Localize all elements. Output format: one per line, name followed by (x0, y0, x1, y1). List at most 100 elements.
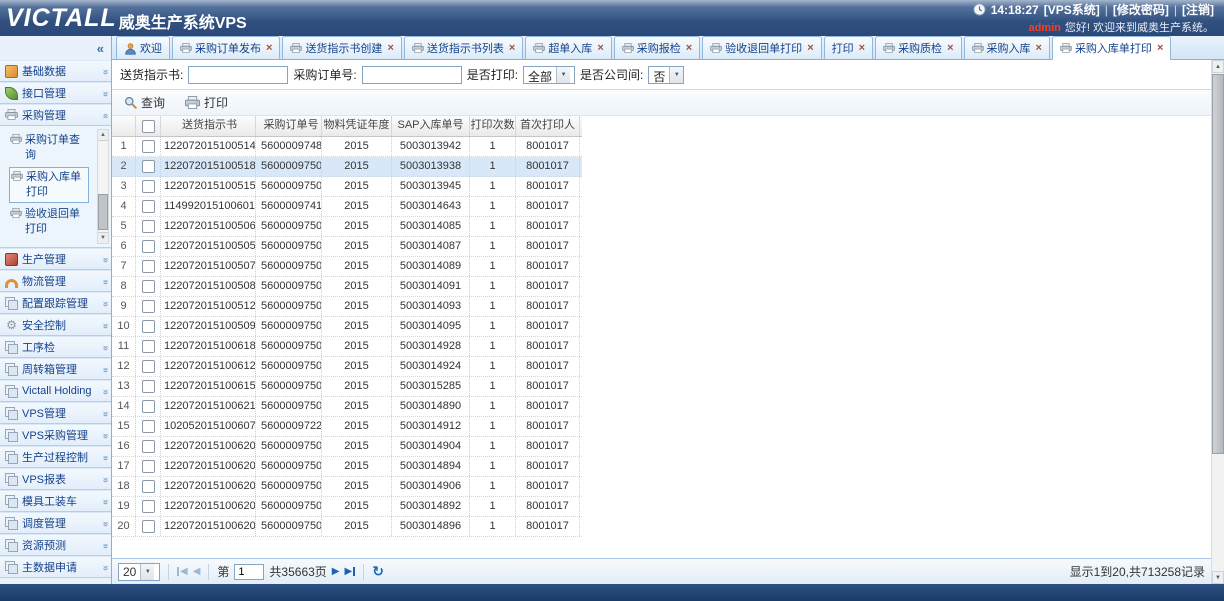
row-checkbox[interactable] (142, 220, 155, 233)
row-checkbox[interactable] (142, 280, 155, 293)
row-checkbox[interactable] (142, 360, 155, 373)
tab-item[interactable]: 采购入库× (964, 36, 1050, 59)
separator (168, 564, 169, 580)
row-checkbox[interactable] (142, 140, 155, 153)
row-checkbox[interactable] (142, 160, 155, 173)
vertical-scrollbar[interactable]: ▲ ▼ (1211, 60, 1224, 584)
chevron-down-icon: » (100, 411, 111, 416)
scroll-down-icon[interactable]: ▼ (1212, 571, 1224, 584)
scroll-thumb[interactable] (1212, 74, 1224, 454)
sidebar-item[interactable]: 周转箱管理» (0, 358, 111, 380)
sidebar-item[interactable]: VPS报表» (0, 468, 111, 490)
prev-page-button[interactable]: ◀ (193, 566, 201, 577)
tab-close-icon[interactable]: × (859, 44, 865, 53)
cell-value: 122072015100515 (161, 177, 256, 196)
sidebar-item[interactable]: VPS管理» (0, 402, 111, 424)
checkbox-cell (136, 437, 161, 456)
scroll-thumb[interactable] (98, 194, 108, 230)
row-checkbox[interactable] (142, 500, 155, 513)
link-change-password[interactable]: [修改密码] (1113, 1, 1169, 18)
last-page-button[interactable]: ▶ (345, 566, 356, 577)
tab-close-icon[interactable]: × (266, 44, 272, 53)
tab-close-icon[interactable]: × (1157, 44, 1163, 53)
select-all-checkbox[interactable] (142, 120, 155, 133)
row-checkbox[interactable] (142, 440, 155, 453)
sidebar-item[interactable]: 调度管理» (0, 512, 111, 534)
intercompany-select[interactable]: 否 ▼ (648, 66, 684, 84)
scroll-up-icon[interactable]: ▲ (98, 130, 108, 141)
tab-item[interactable]: 采购报检× (614, 36, 700, 59)
row-checkbox[interactable] (142, 260, 155, 273)
po-number-input[interactable] (362, 66, 462, 84)
scroll-up-icon[interactable]: ▲ (1212, 60, 1224, 73)
tab-item[interactable]: 采购质检× (875, 36, 961, 59)
tab-close-icon[interactable]: × (387, 44, 393, 53)
sidebar-item[interactable]: ⚙安全控制» (0, 314, 111, 336)
scroll-down-icon[interactable]: ▼ (98, 232, 108, 243)
query-button[interactable]: 查询 (120, 92, 169, 113)
row-checkbox[interactable] (142, 480, 155, 493)
sidebar-collapse-icon[interactable]: « (97, 41, 104, 56)
sidebar-item[interactable]: 配置跟踪管理» (0, 292, 111, 314)
delivery-note-input[interactable] (188, 66, 288, 84)
sidebar-item[interactable]: 基础数据» (0, 60, 111, 82)
header-time: 14:18:27 (991, 3, 1039, 17)
tab-close-icon[interactable]: × (947, 44, 953, 53)
sidebar-item[interactable]: VPS采购管理» (0, 424, 111, 446)
sidebar-item[interactable]: 生产管理» (0, 248, 111, 270)
sidebar-subitem[interactable]: 验收退回单打印 (9, 205, 89, 239)
sidebar-item-label: 主数据申请 (22, 559, 99, 575)
tab-close-icon[interactable]: × (509, 44, 515, 53)
row-checkbox[interactable] (142, 240, 155, 253)
row-checkbox[interactable] (142, 420, 155, 433)
tab-item[interactable]: 超单入库× (525, 36, 611, 59)
cell-value: 2015 (322, 337, 392, 356)
row-checkbox[interactable] (142, 380, 155, 393)
sidebar-item[interactable]: 接口管理» (0, 82, 111, 104)
row-checkbox[interactable] (142, 300, 155, 313)
row-checkbox[interactable] (142, 400, 155, 413)
page-size-select[interactable]: 20 ▼ (118, 563, 160, 581)
row-checkbox[interactable] (142, 340, 155, 353)
sidebar-item[interactable]: 物流管理» (0, 270, 111, 292)
print-button[interactable]: 打印 (181, 92, 232, 113)
sidebar-subitem[interactable]: 采购入库单打印 (9, 167, 89, 203)
tab-close-icon[interactable]: × (1036, 44, 1042, 53)
row-checkbox[interactable] (142, 320, 155, 333)
printed-select[interactable]: 全部 ▼ (523, 66, 575, 84)
chevron-down-icon: ▼ (669, 67, 683, 83)
sidebar-item[interactable]: Victall Holding» (0, 380, 111, 402)
sidebar-subitem[interactable]: 采购订单查询 (9, 131, 89, 165)
next-page-button[interactable]: ▶ (332, 566, 340, 577)
row-checkbox[interactable] (142, 520, 155, 533)
tab-item[interactable]: 送货指示书创建× (282, 36, 401, 59)
sidebar-item[interactable]: 生产过程控制» (0, 446, 111, 468)
tab-item[interactable]: 送货指示书列表× (404, 36, 523, 59)
tab-item[interactable]: 采购订单发布× (172, 36, 280, 59)
tab-item[interactable]: 验收退回单打印× (702, 36, 821, 59)
checkbox-cell (136, 497, 161, 516)
row-checkbox[interactable] (142, 180, 155, 193)
cell-value: 122072015100518 (161, 157, 256, 176)
link-vps-system[interactable]: [VPS系统] (1044, 1, 1100, 18)
tab-close-icon[interactable]: × (686, 44, 692, 53)
refresh-icon[interactable]: ↻ (372, 563, 384, 580)
sidebar-item[interactable]: 采购管理« (0, 104, 111, 126)
first-page-button[interactable]: ◀ (177, 566, 188, 577)
tab-active[interactable]: 采购入库单打印× (1052, 36, 1171, 60)
sidebar-item[interactable]: 主数据申请» (0, 556, 111, 578)
sidebar-item[interactable]: 资源预测» (0, 534, 111, 556)
row-checkbox[interactable] (142, 460, 155, 473)
link-logout[interactable]: [注销] (1182, 1, 1214, 18)
sidebar-item[interactable]: 模具工装车» (0, 490, 111, 512)
submenu-scrollbar[interactable]: ▲▼ (97, 129, 109, 244)
page-input[interactable] (234, 564, 264, 580)
tab-item[interactable]: 欢迎 (116, 36, 170, 59)
cell-value: 8001017 (516, 317, 580, 336)
tab-item[interactable]: 打印× (824, 36, 873, 59)
sidebar-item[interactable]: 工序检» (0, 336, 111, 358)
cell-value: 1 (470, 257, 516, 276)
row-checkbox[interactable] (142, 200, 155, 213)
tab-close-icon[interactable]: × (807, 44, 813, 53)
tab-close-icon[interactable]: × (597, 44, 603, 53)
